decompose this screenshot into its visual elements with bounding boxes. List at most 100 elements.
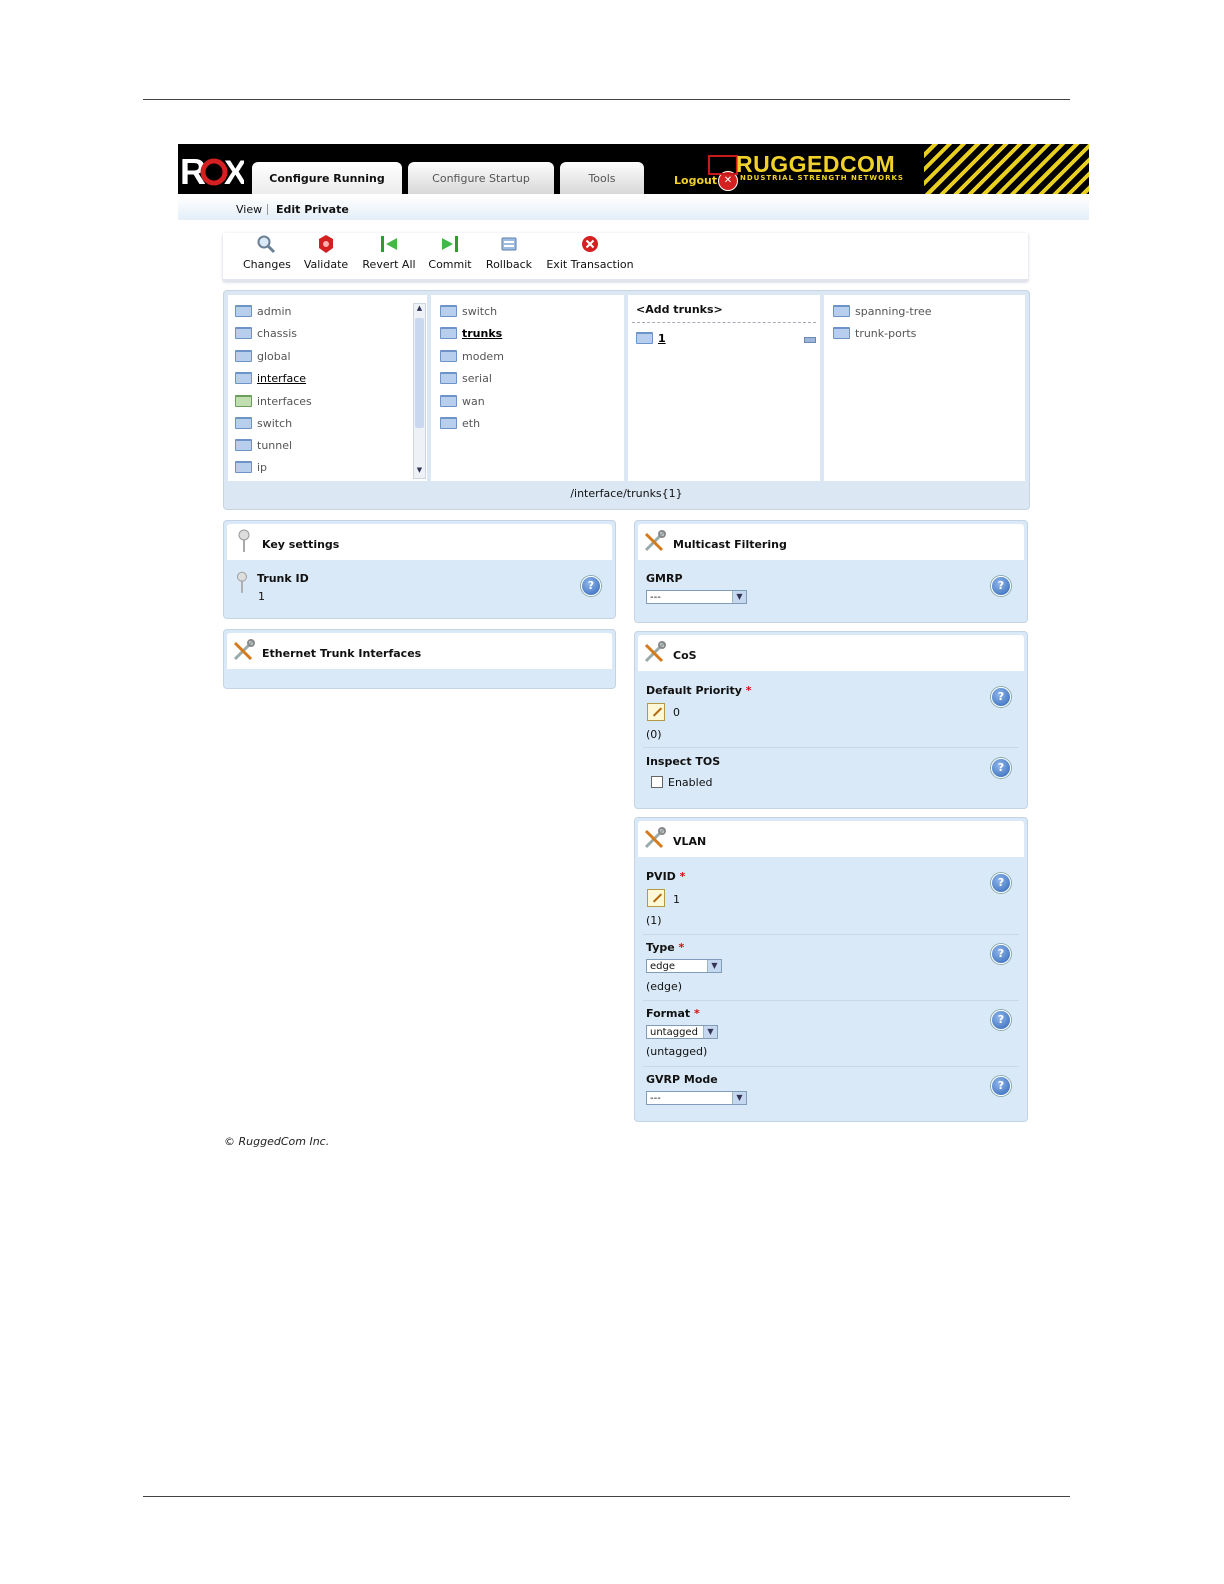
revert-all-button[interactable]: Revert All	[361, 234, 417, 271]
tree-item-wan[interactable]: wan	[440, 394, 485, 410]
edit-icon[interactable]	[647, 889, 665, 907]
help-icon[interactable]: ?	[581, 576, 601, 596]
edit-icon[interactable]	[647, 703, 665, 721]
help-icon[interactable]: ?	[991, 873, 1011, 893]
commit-label: Commit	[428, 258, 472, 271]
folder-icon	[235, 327, 252, 339]
commit-button[interactable]: Commit	[428, 234, 472, 271]
tree-item-admin[interactable]: admin	[235, 304, 291, 320]
tree-item-ip[interactable]: ip	[235, 460, 267, 476]
chevron-down-icon[interactable]: ▼	[732, 1092, 746, 1104]
field-divider	[643, 1000, 1019, 1001]
scroll-up-icon[interactable]: ▲	[414, 304, 425, 316]
column-divider	[632, 322, 816, 323]
sub-navigation: View Edit Private	[178, 196, 1089, 220]
add-trunks-link[interactable]: <Add trunks>	[636, 302, 723, 318]
ethernet-trunk-title: Ethernet Trunk Interfaces	[262, 647, 422, 660]
view-link[interactable]: View	[236, 203, 262, 216]
ethernet-trunk-header: Ethernet Trunk Interfaces	[227, 633, 612, 669]
chevron-down-icon[interactable]: ▼	[703, 1026, 717, 1038]
folder-icon	[440, 372, 457, 384]
default-priority-default: (0)	[646, 728, 662, 741]
gvrp-mode-label: GVRP Mode	[646, 1073, 718, 1086]
tab-tools[interactable]: Tools	[560, 162, 644, 194]
tree-item-interfaces[interactable]: interfaces	[235, 394, 312, 410]
revert-all-label: Revert All	[362, 258, 416, 271]
gvrp-mode-select[interactable]: --- ▼	[646, 1091, 747, 1105]
tools-icon	[233, 639, 255, 661]
trunk-id-label: Trunk ID	[257, 572, 309, 585]
chevron-down-icon[interactable]: ▼	[732, 591, 746, 603]
tree-item-trunks[interactable]: trunks	[440, 326, 502, 342]
folder-icon	[235, 439, 252, 451]
ethernet-trunk-panel: Ethernet Trunk Interfaces	[223, 629, 616, 689]
default-priority-label: Default Priority *	[646, 684, 752, 697]
chevron-down-icon[interactable]: ▼	[707, 960, 721, 972]
help-icon[interactable]: ?	[991, 576, 1011, 596]
gmrp-select[interactable]: --- ▼	[646, 590, 747, 604]
tree-item-serial[interactable]: serial	[440, 371, 492, 387]
help-icon[interactable]: ?	[991, 687, 1011, 707]
help-icon[interactable]: ?	[991, 758, 1011, 778]
multicast-header: Multicast Filtering	[638, 524, 1024, 560]
key-icon	[238, 529, 250, 552]
edit-private-link[interactable]: Edit Private	[276, 203, 349, 216]
tree-item-modem[interactable]: modem	[440, 349, 504, 365]
key-icon	[237, 571, 247, 593]
tree-item-global[interactable]: global	[235, 349, 291, 365]
tools-icon	[644, 530, 666, 552]
folder-icon	[440, 395, 457, 407]
revert-icon	[381, 236, 397, 252]
exit-transaction-label: Exit Transaction	[546, 258, 634, 271]
rollback-button[interactable]: Rollback	[485, 234, 533, 271]
folder-open-icon	[636, 332, 653, 344]
format-default: (untagged)	[646, 1045, 708, 1058]
folder-icon	[833, 305, 850, 317]
tree-column-2: switch trunks modem serial wan eth	[431, 295, 624, 481]
changes-button[interactable]: Changes	[243, 234, 291, 271]
format-select[interactable]: untagged ▼	[646, 1025, 718, 1039]
tree-item-trunk-ports[interactable]: trunk-ports	[833, 326, 916, 342]
tab-configure-running[interactable]: Configure Running	[252, 162, 402, 194]
field-divider	[643, 934, 1019, 935]
help-icon[interactable]: ?	[991, 944, 1011, 964]
help-icon[interactable]: ?	[991, 1076, 1011, 1096]
tree-scrollbar[interactable]: ▲ ▼	[413, 303, 426, 479]
delete-entry-icon[interactable]	[804, 337, 816, 343]
gmrp-label: GMRP	[646, 572, 683, 585]
commit-icon	[442, 236, 458, 252]
copyright-footer: © RuggedCom Inc.	[224, 1135, 330, 1148]
validate-button[interactable]: Validate	[303, 234, 349, 271]
top-rule	[143, 99, 1070, 100]
type-select[interactable]: edge ▼	[646, 959, 722, 973]
folder-icon	[440, 350, 457, 362]
tab-configure-startup[interactable]: Configure Startup	[408, 162, 554, 194]
tree-item-switch[interactable]: switch	[235, 416, 292, 432]
key-settings-header: Key settings	[227, 524, 612, 560]
tree-item-interface[interactable]: interface	[235, 371, 306, 387]
changes-label: Changes	[243, 258, 291, 271]
inspect-tos-checkbox[interactable]	[651, 776, 663, 788]
vlan-panel: VLAN PVID * 1 (1) ? Type * edge ▼ (edge) …	[634, 817, 1028, 1122]
cos-header: CoS	[638, 635, 1024, 671]
scrollbar-thumb[interactable]	[415, 318, 424, 428]
inspect-tos-option: Enabled	[668, 776, 713, 789]
field-divider	[643, 1066, 1019, 1067]
help-icon[interactable]: ?	[991, 1010, 1011, 1030]
tree-item-switch-sub[interactable]: switch	[440, 304, 497, 320]
logout-link[interactable]: Logout	[674, 174, 717, 187]
exit-icon	[581, 235, 599, 253]
tree-item-spanning-tree[interactable]: spanning-tree	[833, 304, 932, 320]
pvid-label: PVID *	[646, 870, 686, 883]
config-tree-browser: admin chassis global interface interface…	[223, 290, 1030, 510]
required-marker: *	[679, 870, 686, 883]
scroll-down-icon[interactable]: ▼	[414, 466, 425, 478]
exit-transaction-button[interactable]: Exit Transaction	[545, 234, 635, 271]
tree-item-eth[interactable]: eth	[440, 416, 480, 432]
tree-item-tunnel[interactable]: tunnel	[235, 438, 292, 454]
tree-column-1: admin chassis global interface interface…	[228, 295, 427, 481]
folder-icon	[440, 417, 457, 429]
trunk-entry-1[interactable]: 1	[636, 331, 666, 347]
tree-item-chassis[interactable]: chassis	[235, 326, 297, 342]
required-marker: *	[745, 684, 752, 697]
